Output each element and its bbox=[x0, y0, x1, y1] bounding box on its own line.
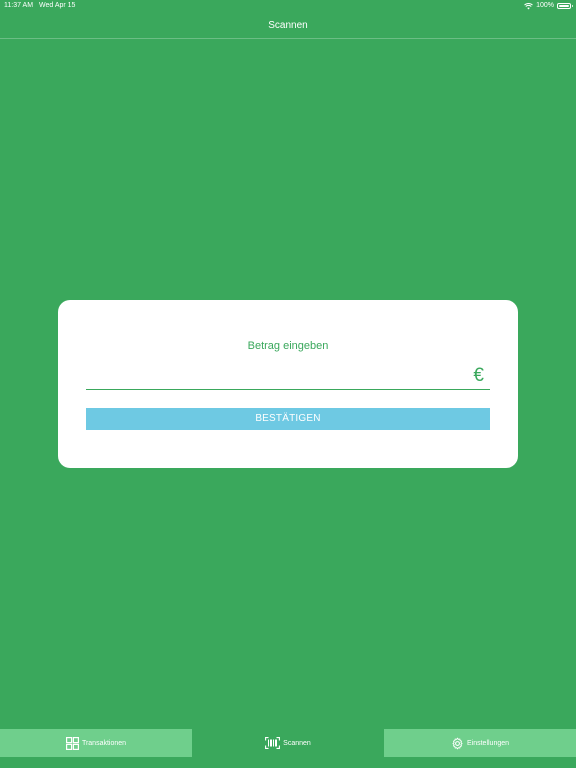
page-title: Scannen bbox=[268, 20, 308, 31]
grid-icon bbox=[65, 736, 79, 750]
amount-dialog: Betrag eingeben € BESTÄTIGEN bbox=[58, 300, 518, 468]
amount-prompt: Betrag eingeben bbox=[247, 340, 329, 352]
gear-icon bbox=[452, 737, 463, 749]
amount-field[interactable]: € bbox=[86, 362, 490, 391]
tab-scan-label: Scannen bbox=[283, 739, 311, 747]
wifi-icon bbox=[524, 2, 533, 9]
status-time: 11:37 AM bbox=[4, 2, 34, 9]
status-date: Wed Apr 15 bbox=[39, 2, 76, 9]
tab-transactions[interactable]: Transaktionen bbox=[0, 729, 192, 757]
battery-icon bbox=[557, 3, 573, 9]
battery-percent: 100% bbox=[536, 2, 554, 9]
amount-input[interactable] bbox=[86, 362, 460, 391]
tab-bar: Transaktionen Scannen Einstellungen bbox=[0, 729, 576, 757]
tab-transactions-label: Transaktionen bbox=[81, 739, 127, 747]
status-bar: 11:37 AM Wed Apr 15 100% bbox=[0, 0, 576, 12]
status-indicators: 100% bbox=[524, 0, 573, 12]
navigation-bar: Scannen bbox=[0, 12, 576, 39]
barcode-icon bbox=[265, 737, 281, 749]
tab-settings[interactable]: Einstellungen bbox=[384, 729, 576, 757]
euro-icon: € bbox=[473, 365, 484, 386]
tab-settings-label: Einstellungen bbox=[466, 739, 510, 747]
confirm-button[interactable]: BESTÄTIGEN bbox=[86, 408, 490, 430]
tab-scan[interactable]: Scannen bbox=[192, 729, 384, 757]
